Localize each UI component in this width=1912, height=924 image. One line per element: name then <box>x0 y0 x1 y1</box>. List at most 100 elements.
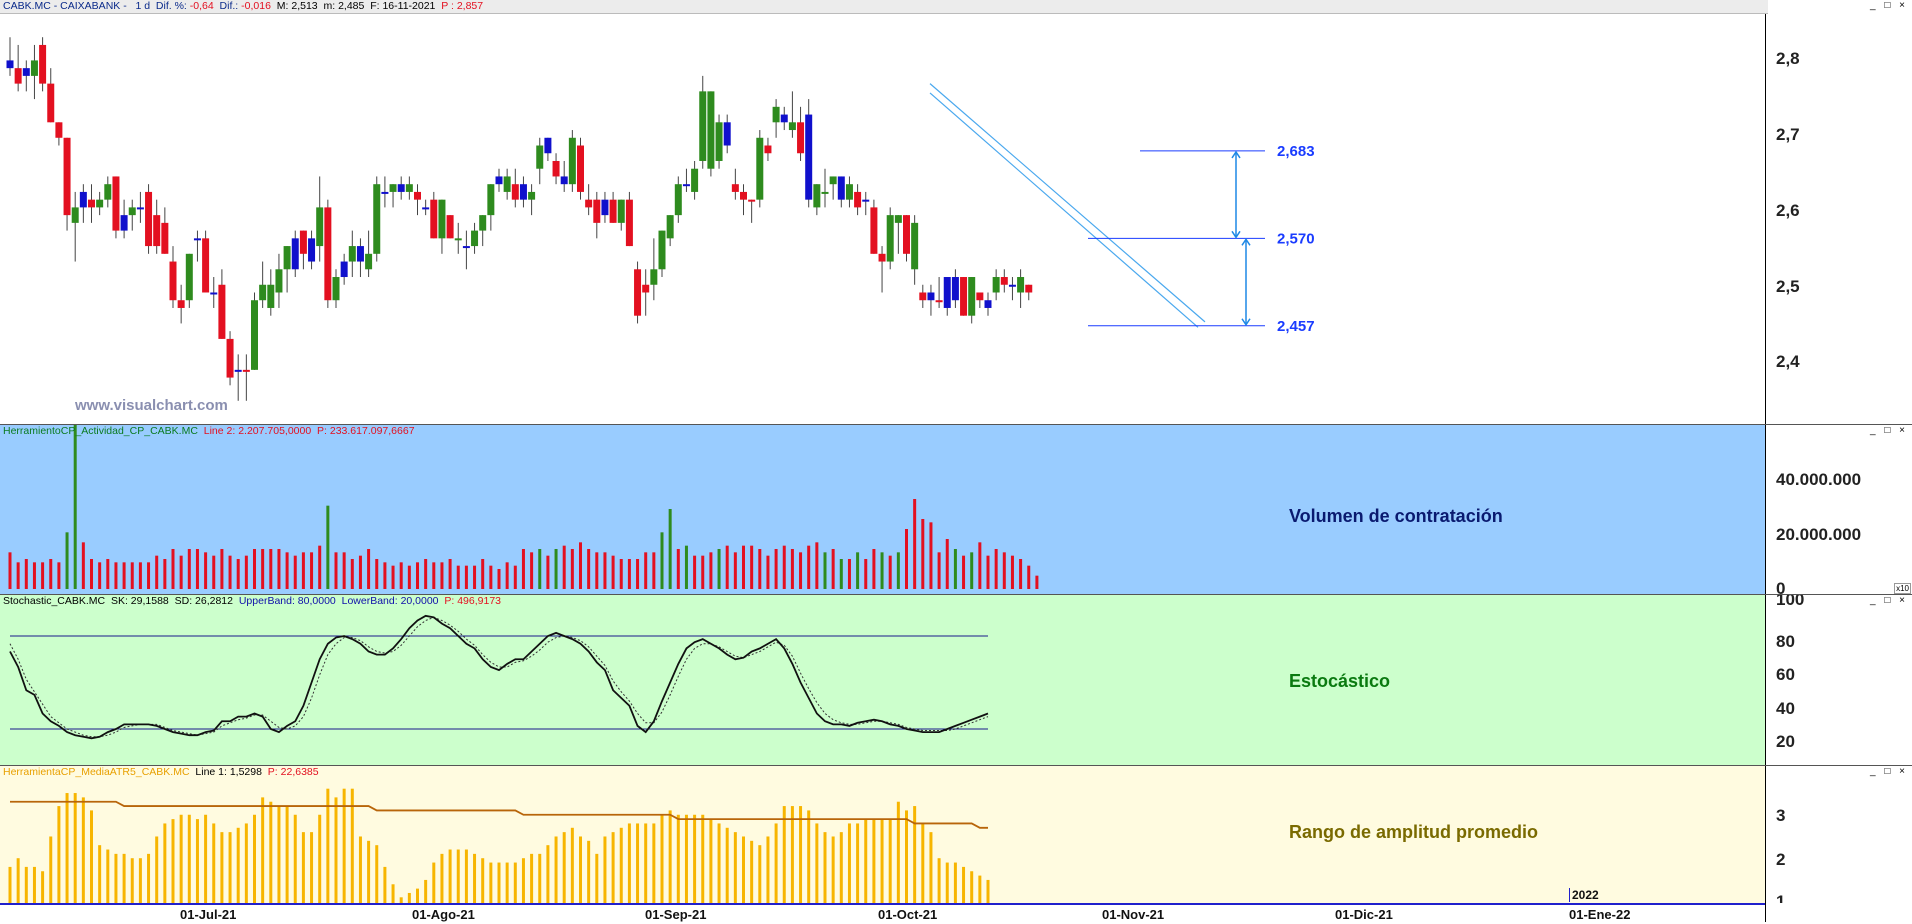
volume-bar <box>962 555 966 589</box>
price-plot[interactable]: CABK.MC - CAIXABANK - 1 d Dif. %: -0,64 … <box>0 0 1768 424</box>
atr-bar <box>831 836 835 906</box>
volume-bar <box>155 555 159 589</box>
candle-body <box>544 137 552 154</box>
candle-body <box>104 184 112 200</box>
p-value: 2,857 <box>456 0 484 12</box>
candle-body <box>210 292 218 295</box>
candle-body <box>365 253 373 270</box>
candle-body <box>797 122 805 154</box>
dif-label: Dif.: <box>219 0 239 12</box>
price-window-controls[interactable]: _ □ × <box>1870 1 1908 11</box>
stochastic-window-controls[interactable]: _ □ × <box>1870 596 1908 606</box>
atr-bar <box>953 862 957 906</box>
candle-body <box>634 269 642 316</box>
x-axis-corner <box>1765 903 1912 922</box>
volume-bar <box>913 499 917 589</box>
candle-body <box>145 191 153 247</box>
candle-body <box>536 145 544 169</box>
volume-bar <box>269 549 273 589</box>
atr-bar <box>228 832 232 906</box>
x-label-sep: 01-Sep-21 <box>645 907 707 922</box>
atr-bar <box>693 814 697 906</box>
atr-bar <box>684 814 688 906</box>
atr-average-line <box>10 800 988 829</box>
candle-body <box>79 191 87 208</box>
candle-body <box>984 300 992 308</box>
atr-bar <box>138 858 142 906</box>
stochastic-plot[interactable]: Stochastic_CABK.MC SK: 29,1588 SD: 26,28… <box>0 595 1765 766</box>
atr-bar <box>489 862 493 906</box>
dif-value: -0,016 <box>241 0 271 12</box>
volume-bar <box>342 552 346 589</box>
volume-bar <box>505 562 509 589</box>
candle-body <box>340 261 348 278</box>
watermark: www.visualchart.com <box>75 397 228 414</box>
volume-bar <box>978 542 982 589</box>
volume-bar <box>138 562 142 589</box>
volume-header: HerramientoCP_Actividad_CP_CABK.MC Line … <box>0 425 1768 438</box>
volume-bar <box>285 552 289 589</box>
x-label-jul: 01-Jul-21 <box>180 907 237 922</box>
stoch-tick: 40 <box>1776 699 1795 718</box>
atr-bar <box>929 832 933 906</box>
candle-body <box>479 215 487 231</box>
volume-bar <box>790 549 794 589</box>
volume-bar <box>90 559 93 589</box>
candle-body <box>748 199 756 202</box>
atr-window-controls[interactable]: _ □ × <box>1870 767 1908 777</box>
candle-body <box>96 199 104 208</box>
candle-body <box>120 215 128 231</box>
price-y-axis: 2,8 2,7 2,6 2,5 2,4 <box>1765 0 1912 424</box>
volume-bar <box>660 532 664 589</box>
price-pane[interactable]: CABK.MC - CAIXABANK - 1 d Dif. %: -0,64 … <box>0 0 1912 424</box>
candle-body <box>642 284 650 293</box>
volume-bar <box>416 562 419 589</box>
volume-bar <box>383 562 387 589</box>
volume-bar <box>350 559 354 589</box>
volume-window-controls[interactable]: _ □ × <box>1870 426 1908 436</box>
stochastic-pane[interactable]: Stochastic_CABK.MC SK: 29,1588 SD: 26,28… <box>0 594 1912 766</box>
volume-bar <box>953 549 957 589</box>
price-tick: 2,8 <box>1776 49 1800 68</box>
candle-body <box>992 277 1000 293</box>
volume-bar <box>391 565 395 589</box>
volume-plot[interactable]: HerramientoCP_Actividad_CP_CABK.MC Line … <box>0 425 1765 595</box>
atr-pane[interactable]: HerramientaCP_MediaATR5_CABK.MC Line 1: … <box>0 765 1912 906</box>
atr-bar <box>448 849 452 906</box>
volume-bar <box>253 549 256 589</box>
candle-body <box>821 191 829 194</box>
atr-bar <box>660 814 664 906</box>
candle-body <box>691 168 699 192</box>
atr-bar <box>945 862 949 906</box>
atr-bar <box>701 814 705 906</box>
volume-bar <box>65 532 69 589</box>
atr-plot[interactable]: HerramientaCP_MediaATR5_CABK.MC Line 1: … <box>0 766 1765 906</box>
candle-body <box>935 300 943 303</box>
atr-bar <box>261 797 265 906</box>
volume-tick: 40.000.000 <box>1776 470 1862 489</box>
candle-body <box>943 277 951 308</box>
volume-bar <box>521 549 525 589</box>
volume-bar <box>358 555 362 589</box>
atr-bar <box>212 823 216 906</box>
volume-bar <box>318 545 322 589</box>
volume-bar <box>554 549 558 589</box>
volume-bar <box>676 549 680 589</box>
price-tick: 2,6 <box>1776 201 1800 220</box>
candle-body <box>862 199 870 202</box>
volume-bar <box>399 562 403 589</box>
price-tick: 2,5 <box>1776 277 1800 296</box>
atr-bar <box>253 814 256 906</box>
volume-bar <box>636 559 640 589</box>
atr-bar <box>179 814 183 906</box>
atr-bar <box>937 858 941 906</box>
atr-bar <box>318 814 322 906</box>
volume-bar <box>1019 559 1023 589</box>
candle-body <box>976 292 984 301</box>
volume-pane[interactable]: HerramientoCP_Actividad_CP_CABK.MC Line … <box>0 424 1912 595</box>
volume-bar <box>448 559 452 589</box>
candle-body <box>128 207 136 216</box>
volume-bar <box>627 559 631 589</box>
atr-bar <box>481 858 485 906</box>
candle-body <box>259 284 267 301</box>
